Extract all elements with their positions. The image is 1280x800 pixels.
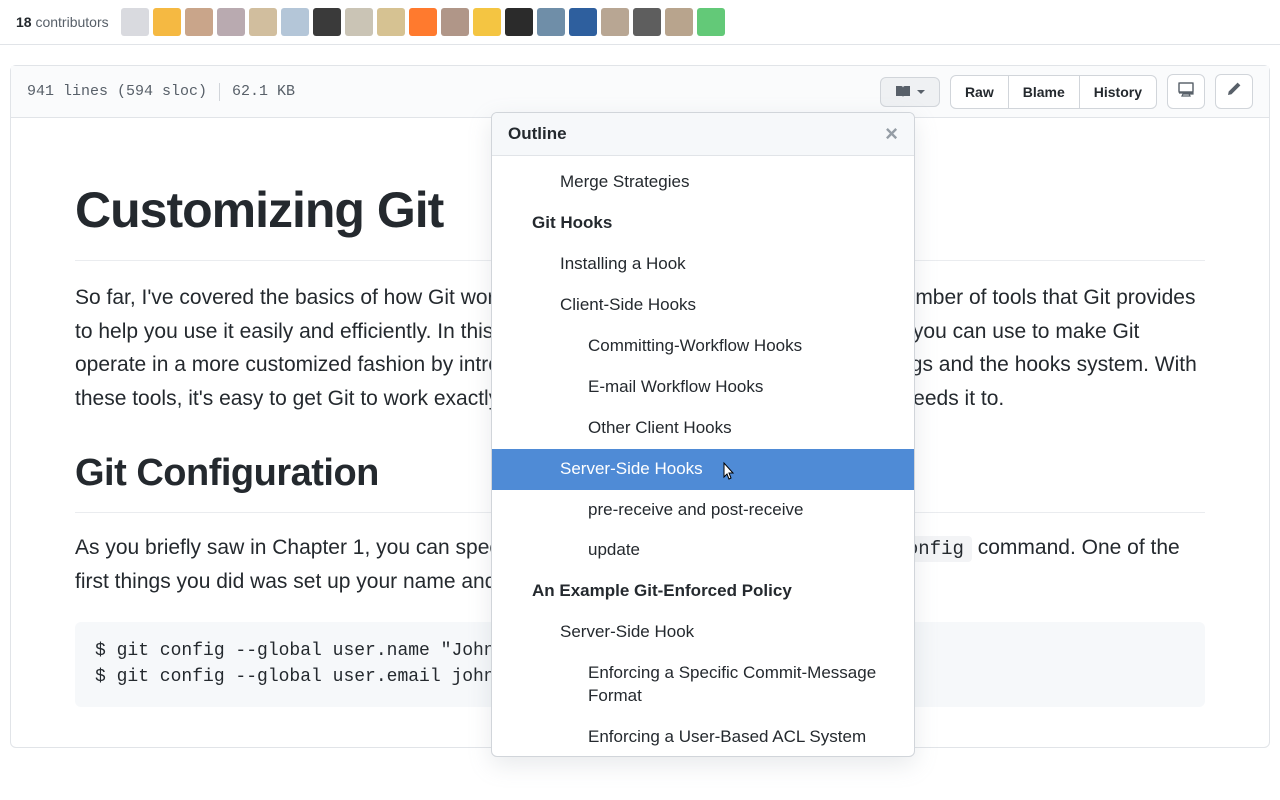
book-icon (895, 84, 911, 100)
avatar[interactable] (153, 8, 181, 36)
outline-header: Outline × (492, 113, 914, 156)
file-size: 62.1 KB (232, 83, 295, 100)
file-view: 941 lines (594 sloc) 62.1 KB Raw Blame H… (10, 65, 1270, 748)
outline-item[interactable]: Client-Side Hooks (492, 285, 914, 326)
outline-item[interactable]: Committing-Workflow Hooks (492, 326, 914, 367)
outline-panel: Outline × Merge StrategiesGit HooksInsta… (491, 112, 915, 757)
avatar[interactable] (217, 8, 245, 36)
avatar[interactable] (441, 8, 469, 36)
avatar[interactable] (697, 8, 725, 36)
avatar[interactable] (249, 8, 277, 36)
avatar[interactable] (569, 8, 597, 36)
outline-item[interactable]: Enforcing a User-Based ACL System (492, 717, 914, 756)
avatar[interactable] (409, 8, 437, 36)
avatar[interactable] (537, 8, 565, 36)
outline-item[interactable]: Enforcing a Specific Commit-Message Form… (492, 653, 914, 717)
file-info: 941 lines (594 sloc) 62.1 KB (27, 83, 295, 101)
history-button[interactable]: History (1079, 75, 1157, 109)
monitor-icon (1178, 81, 1194, 97)
outline-item[interactable]: An Example Git-Enforced Policy (492, 571, 914, 612)
file-header: 941 lines (594 sloc) 62.1 KB Raw Blame H… (11, 66, 1269, 118)
outline-item[interactable]: E-mail Workflow Hooks (492, 367, 914, 408)
file-lines: 941 lines (594 sloc) (27, 83, 207, 100)
outline-item[interactable]: Merge Strategies (492, 162, 914, 203)
outline-item[interactable]: Git Hooks (492, 203, 914, 244)
outline-item[interactable]: Server-Side Hooks (492, 449, 914, 490)
avatar[interactable] (473, 8, 501, 36)
contributors-bar: 18 contributors (0, 0, 1280, 45)
caret-down-icon (917, 88, 925, 96)
outline-item[interactable]: Server-Side Hook (492, 612, 914, 653)
outline-list: Merge StrategiesGit HooksInstalling a Ho… (492, 156, 914, 756)
avatar[interactable] (377, 8, 405, 36)
file-actions: Raw Blame History (880, 74, 1253, 109)
contributors-avatars (121, 8, 725, 36)
avatar[interactable] (121, 8, 149, 36)
avatar[interactable] (665, 8, 693, 36)
outline-item[interactable]: pre-receive and post-receive (492, 490, 914, 531)
blame-button[interactable]: Blame (1008, 75, 1080, 109)
outline-item[interactable]: Installing a Hook (492, 244, 914, 285)
display-source-button[interactable] (1167, 74, 1205, 109)
avatar[interactable] (281, 8, 309, 36)
edit-button[interactable] (1215, 74, 1253, 109)
outline-dropdown-button[interactable] (880, 77, 940, 107)
pencil-icon (1226, 81, 1242, 97)
avatar[interactable] (345, 8, 373, 36)
contributors-count[interactable]: 18 contributors (16, 14, 109, 30)
avatar[interactable] (313, 8, 341, 36)
avatar[interactable] (633, 8, 661, 36)
raw-button[interactable]: Raw (950, 75, 1009, 109)
avatar[interactable] (505, 8, 533, 36)
outline-item[interactable]: update (492, 530, 914, 571)
close-icon[interactable]: × (885, 123, 898, 145)
outline-item[interactable]: Other Client Hooks (492, 408, 914, 449)
view-mode-buttons: Raw Blame History (950, 75, 1157, 109)
outline-title: Outline (508, 124, 567, 144)
avatar[interactable] (601, 8, 629, 36)
avatar[interactable] (185, 8, 213, 36)
divider (219, 83, 220, 101)
